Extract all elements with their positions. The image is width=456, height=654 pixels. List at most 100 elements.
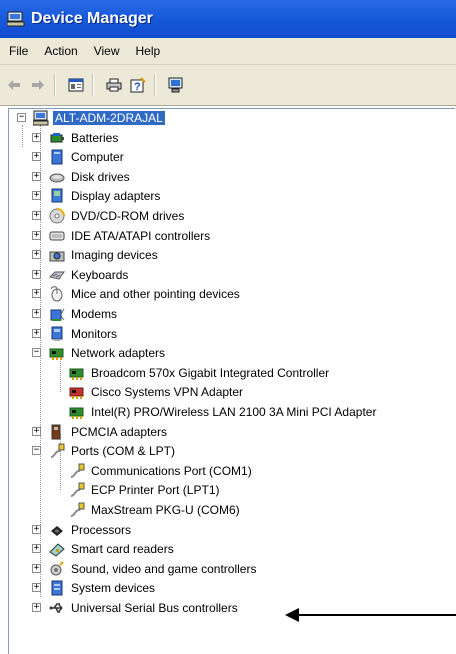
expand-toggle[interactable]: +: [32, 329, 41, 338]
tree-category[interactable]: − Ports (COM & LPT): [9, 442, 177, 460]
expand-toggle[interactable]: +: [32, 250, 41, 259]
tree-device[interactable]: Cisco Systems VPN Adapter: [9, 383, 245, 401]
tree-category-label: Disk drives: [71, 170, 130, 184]
camera-icon: [49, 247, 65, 263]
tree-category-label: System devices: [71, 581, 156, 595]
svg-text:?: ?: [134, 81, 141, 93]
help-icon[interactable]: ?: [128, 75, 148, 95]
tree-category[interactable]: + IDE ATA/ATAPI controllers: [9, 227, 212, 245]
expand-toggle[interactable]: +: [32, 191, 41, 200]
ide-icon: [49, 228, 65, 244]
pcmcia-icon: [49, 424, 65, 440]
tree-category-label: DVD/CD-ROM drives: [71, 209, 185, 223]
tree-device[interactable]: Communications Port (COM1): [9, 462, 254, 480]
network-icon: [69, 404, 85, 420]
menu-action[interactable]: Action: [36, 44, 85, 58]
tree-category[interactable]: + Processors: [9, 521, 133, 539]
port-icon: [69, 502, 85, 518]
tree-category-label: Batteries: [71, 131, 119, 145]
tree-category-label: Sound, video and game controllers: [71, 562, 257, 576]
tree-category[interactable]: + Smart card readers: [9, 540, 176, 558]
tree-category-label: Modems: [71, 307, 118, 321]
tree-category[interactable]: + DVD/CD-ROM drives: [9, 207, 186, 225]
tree-device[interactable]: ECP Printer Port (LPT1): [9, 481, 221, 499]
expand-toggle[interactable]: +: [32, 544, 41, 553]
tree-category[interactable]: + Sound, video and game controllers: [9, 560, 258, 578]
expand-toggle[interactable]: +: [32, 270, 41, 279]
collapse-toggle[interactable]: −: [17, 113, 26, 122]
computer-icon: [49, 149, 65, 165]
computer-icon: [32, 110, 49, 126]
tree-category-label: Universal Serial Bus controllers: [71, 601, 238, 615]
expand-toggle[interactable]: +: [32, 564, 41, 573]
menu-help[interactable]: Help: [128, 44, 169, 58]
tree-category-label: Smart card readers: [71, 542, 174, 556]
tree-category[interactable]: + Universal Serial Bus controllers: [9, 599, 240, 617]
tree-category[interactable]: − Network adapters: [9, 344, 167, 362]
expand-toggle[interactable]: +: [32, 152, 41, 161]
tree-device-label: MaxStream PKG-U (COM6): [91, 503, 240, 517]
tree-root-label: ALT-ADM-2DRAJAL: [53, 111, 165, 125]
expand-toggle[interactable]: +: [32, 583, 41, 592]
back-icon[interactable]: [4, 75, 24, 95]
smartcard-icon: [49, 541, 65, 557]
expand-toggle[interactable]: +: [32, 133, 41, 142]
tree-device[interactable]: Intel(R) PRO/Wireless LAN 2100 3A Mini P…: [9, 403, 378, 421]
modem-icon: [49, 306, 65, 322]
toolbar-separator: [92, 74, 94, 96]
tree-category[interactable]: + Disk drives: [9, 168, 132, 186]
menu-bar: File Action View Help: [0, 38, 456, 65]
collapse-toggle[interactable]: −: [32, 446, 41, 455]
expand-toggle[interactable]: +: [32, 427, 41, 436]
cpu-icon: [49, 522, 65, 538]
title-bar[interactable]: Device Manager: [0, 0, 456, 38]
tree-category[interactable]: + Mice and other pointing devices: [9, 285, 242, 303]
mouse-icon: [49, 286, 65, 302]
expand-toggle[interactable]: +: [32, 603, 41, 612]
print-icon[interactable]: [104, 75, 124, 95]
expand-toggle[interactable]: +: [32, 231, 41, 240]
collapse-toggle[interactable]: −: [32, 348, 41, 357]
tree-device[interactable]: MaxStream PKG-U (COM6): [9, 501, 242, 519]
tree-category[interactable]: + Batteries: [9, 129, 120, 147]
forward-icon[interactable]: [28, 75, 48, 95]
tree-category[interactable]: + Monitors: [9, 325, 119, 343]
tree-device[interactable]: Broadcom 570x Gigabit Integrated Control…: [9, 364, 331, 382]
menu-view[interactable]: View: [86, 44, 128, 58]
tree-category-label: Processors: [71, 523, 132, 537]
port-icon: [69, 482, 85, 498]
tree-category[interactable]: + Modems: [9, 305, 119, 323]
expand-toggle[interactable]: +: [32, 289, 41, 298]
tree-device-label: Cisco Systems VPN Adapter: [91, 385, 244, 399]
tree-device-label: ECP Printer Port (LPT1): [91, 483, 220, 497]
expand-toggle[interactable]: +: [32, 309, 41, 318]
display-icon: [49, 188, 65, 204]
sound-icon: [49, 561, 65, 577]
scan-hardware-icon[interactable]: [166, 75, 186, 95]
tree-category-label: Computer: [71, 150, 124, 164]
usb-icon: [49, 600, 65, 616]
tree-category-label: IDE ATA/ATAPI controllers: [71, 229, 211, 243]
tree-category[interactable]: + PCMCIA adapters: [9, 423, 169, 441]
cdrom-icon: [49, 208, 65, 224]
properties-icon[interactable]: [66, 75, 86, 95]
toolbar-separator: [54, 74, 56, 96]
expand-toggle[interactable]: +: [32, 172, 41, 181]
tree-category[interactable]: + Keyboards: [9, 266, 130, 284]
tree-category[interactable]: + Computer: [9, 148, 126, 166]
tree-root[interactable]: − ALT-ADM-2DRAJAL: [17, 109, 165, 127]
tree-category[interactable]: + System devices: [9, 579, 157, 597]
port-icon: [69, 463, 85, 479]
tree-category[interactable]: + Imaging devices: [9, 246, 160, 264]
expand-toggle[interactable]: +: [32, 525, 41, 534]
tree-device-label: Broadcom 570x Gigabit Integrated Control…: [91, 366, 330, 380]
expand-toggle[interactable]: +: [32, 211, 41, 220]
tree-category[interactable]: + Display adapters: [9, 187, 162, 205]
toolbar: ?: [0, 65, 456, 106]
menu-file[interactable]: File: [1, 44, 36, 58]
device-tree[interactable]: − ALT-ADM-2DRAJAL + Batteries + Computer + Di…: [8, 108, 456, 654]
tree-category-label: Network adapters: [71, 346, 166, 360]
network-icon: [49, 345, 65, 361]
tree-device-label: Communications Port (COM1): [91, 464, 252, 478]
battery-icon: [49, 130, 65, 146]
